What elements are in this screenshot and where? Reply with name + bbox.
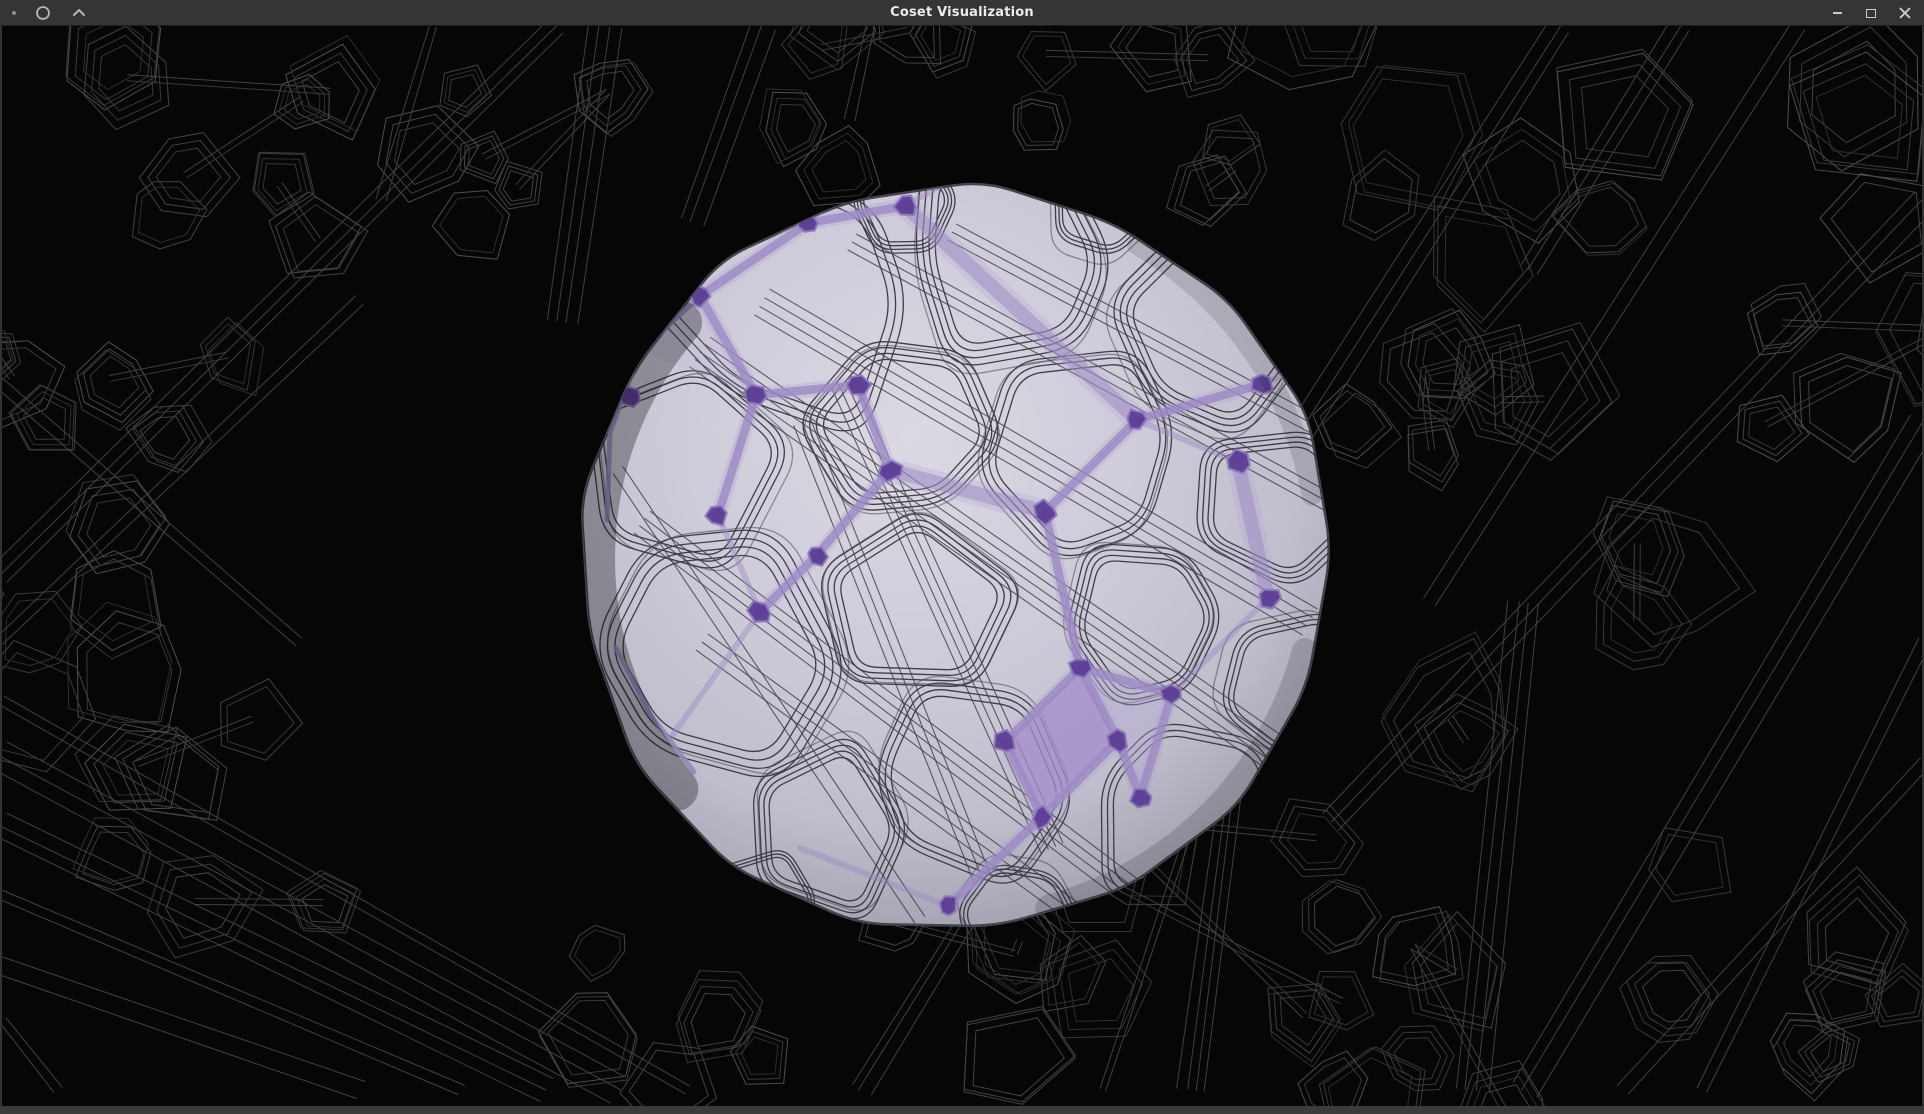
window-controls [1828,0,1924,26]
circle-icon[interactable] [34,4,52,22]
maximize-button[interactable] [1862,4,1880,22]
window-bottom-border [0,1106,1924,1114]
window-titlebar[interactable]: Coset Visualization [0,0,1924,26]
window-left-border [0,26,2,1106]
chevron-up-icon[interactable] [70,4,88,22]
app-window: Coset Visualization [0,0,1924,1114]
coset-3d-viewport[interactable] [0,26,1924,1106]
window-title: Coset Visualization [0,0,1924,26]
titlebar-left-icons [0,0,88,26]
dot-icon [12,11,16,15]
minimize-button[interactable] [1828,4,1846,22]
close-button[interactable] [1896,4,1914,22]
